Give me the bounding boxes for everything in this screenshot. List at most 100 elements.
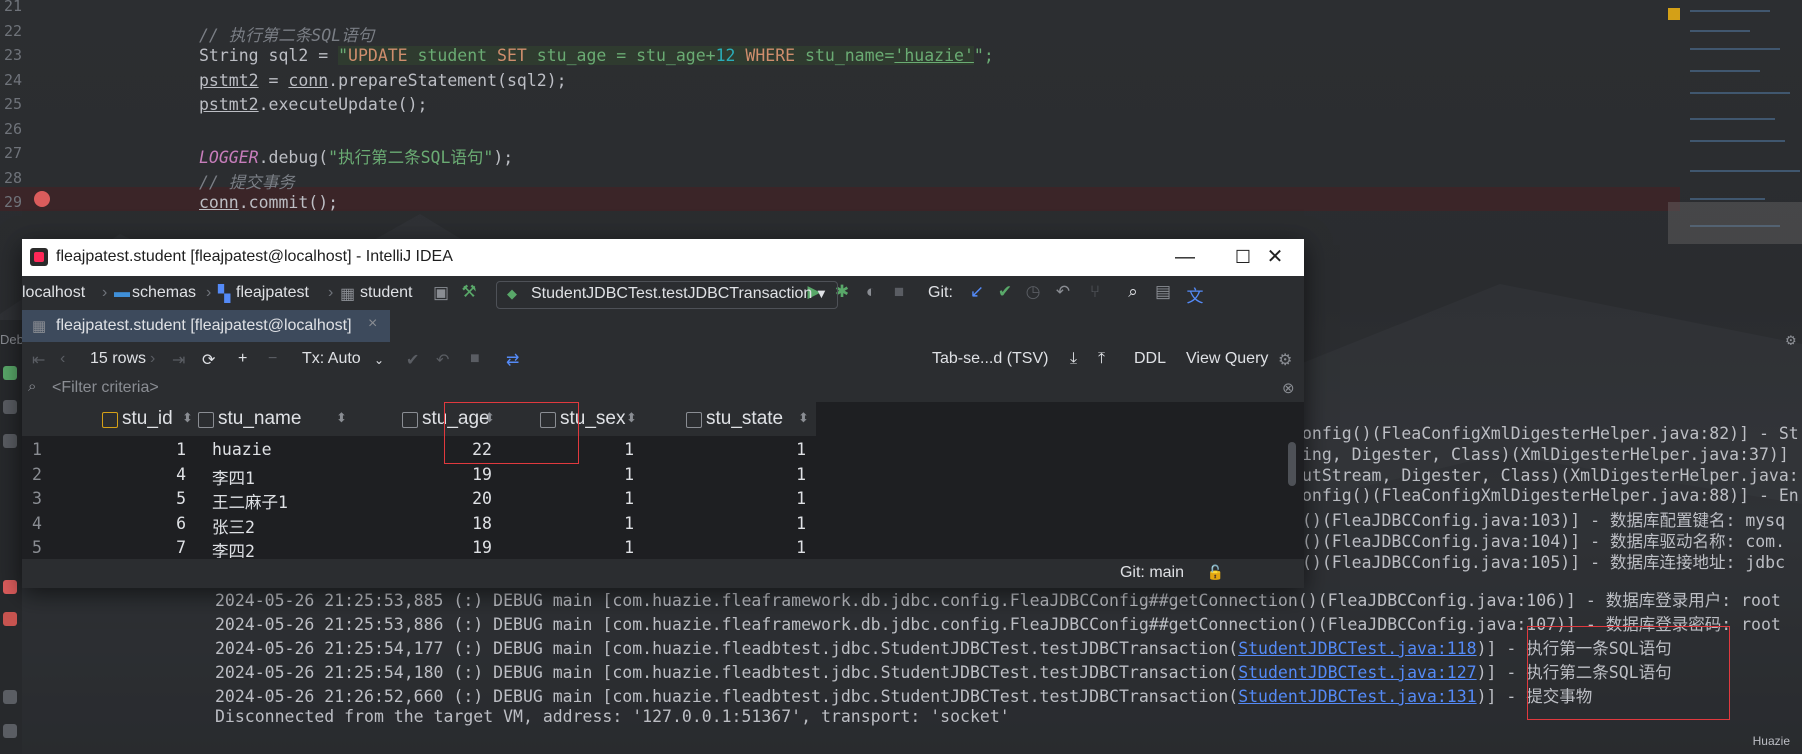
debug-tab-label[interactable]: Deb xyxy=(0,332,24,347)
cell-stu_state[interactable]: 1 xyxy=(644,514,806,533)
source-link[interactable]: StudentJDBCTest.java:127 xyxy=(1238,663,1476,682)
code-minimap[interactable] xyxy=(1660,0,1802,290)
resume-icon[interactable] xyxy=(3,366,17,380)
gear-icon[interactable]: ⚙ xyxy=(1278,350,1292,370)
warning-marker-icon[interactable] xyxy=(1668,8,1680,20)
lock-icon[interactable]: 🔓 xyxy=(1207,564,1224,581)
cell-stu_id[interactable]: 7 xyxy=(62,538,186,557)
cell-stu_id[interactable]: 6 xyxy=(62,514,186,533)
cell-stu_state[interactable]: 1 xyxy=(644,538,806,557)
cell-stu_state[interactable]: 1 xyxy=(644,440,806,459)
row-count-label[interactable]: 15 rows xyxy=(90,350,146,368)
compare-icon[interactable]: ⇄ xyxy=(506,350,519,370)
minimize-button[interactable]: — xyxy=(1156,239,1214,276)
cell-stu_state[interactable]: 1 xyxy=(644,489,806,508)
table-row[interactable]: 2 4 李四1 19 1 1 xyxy=(22,463,902,489)
tab-student-table[interactable]: ▦ fleajpatest.student [fleajpatest@local… xyxy=(22,310,390,344)
git-branch-status[interactable]: Git: main xyxy=(1120,564,1184,582)
row-number[interactable]: 2 xyxy=(32,465,56,484)
cell-stu_age[interactable]: 19 xyxy=(354,538,492,557)
git-update-icon[interactable]: ↙ xyxy=(966,282,988,302)
git-commit-icon[interactable]: ✔ xyxy=(994,282,1016,302)
upload-icon[interactable]: ⤒ xyxy=(1098,350,1105,368)
cell-stu_sex[interactable]: 1 xyxy=(502,489,634,508)
row-number[interactable]: 5 xyxy=(32,538,56,557)
project-structure-icon[interactable]: ▤ xyxy=(1152,282,1174,302)
cell-stu_age[interactable]: 20 xyxy=(354,489,492,508)
sort-icon[interactable]: ⬍ xyxy=(336,410,347,426)
minimap-viewport[interactable] xyxy=(1668,202,1802,244)
table-row[interactable]: 4 6 张三2 18 1 1 xyxy=(22,512,902,538)
close-tab-icon[interactable]: × xyxy=(368,315,377,333)
breadcrumb-table[interactable]: student xyxy=(360,284,412,302)
cell-stu_age[interactable]: 18 xyxy=(354,514,492,533)
rollback-icon[interactable]: ↶ xyxy=(436,350,449,370)
cancel-icon[interactable]: ■ xyxy=(470,350,480,368)
delete-row-icon[interactable]: − xyxy=(268,350,277,368)
coverage-icon[interactable]: ◐ xyxy=(860,282,882,302)
source-link[interactable]: StudentJDBCTest.java:131 xyxy=(1238,687,1476,706)
download-icon[interactable]: ⤓ xyxy=(1070,350,1077,368)
cell-stu_name[interactable]: 张三2 xyxy=(212,514,362,538)
build-hammer-icon[interactable]: ⚒ xyxy=(458,282,480,302)
branch-icon[interactable]: ⑂ xyxy=(1084,282,1106,302)
first-page-icon[interactable]: ⇤ xyxy=(32,350,45,370)
cell-stu_sex[interactable]: 1 xyxy=(502,538,634,557)
data-grid[interactable]: stu_id ⬍ stu_name ⬍ stu_age ⬍ stu_sex ⬍ … xyxy=(22,402,1304,558)
reload-icon[interactable]: ⟳ xyxy=(202,350,215,370)
filter-bar[interactable]: ⌕ <Filter criteria> ⊗ xyxy=(22,376,1304,403)
pause-icon[interactable] xyxy=(3,400,17,414)
settings-icon[interactable] xyxy=(3,690,17,704)
cell-stu_id[interactable]: 1 xyxy=(62,440,186,459)
column-header-stu_id[interactable]: stu_id ⬍ xyxy=(62,402,197,436)
table-row[interactable]: 5 7 李四2 19 1 1 xyxy=(22,536,902,558)
previous-page-icon[interactable]: ‹ xyxy=(60,350,65,368)
sort-icon[interactable]: ⬍ xyxy=(182,410,193,426)
mute-breakpoints-icon[interactable] xyxy=(3,612,17,626)
sort-icon[interactable]: ⬍ xyxy=(626,410,637,426)
cell-stu_sex[interactable]: 1 xyxy=(502,514,634,533)
git-history-icon[interactable]: ◷ xyxy=(1022,282,1044,302)
rollback-icon[interactable]: ↶ xyxy=(1052,282,1074,302)
export-format-select[interactable]: Tab-se...d (TSV) xyxy=(932,350,1048,368)
cell-stu_age[interactable]: 19 xyxy=(354,465,492,484)
transaction-mode-select[interactable]: Tx: Auto xyxy=(302,350,361,368)
database-table-window[interactable]: fleajpatest.student [fleajpatest@localho… xyxy=(22,239,1304,588)
more-icon[interactable] xyxy=(3,724,17,738)
cell-stu_state[interactable]: 1 xyxy=(644,465,806,484)
breadcrumb-schemas[interactable]: schemas xyxy=(132,284,196,302)
filter-criteria-input[interactable]: <Filter criteria> xyxy=(52,379,159,397)
cell-stu_name[interactable]: 李四2 xyxy=(212,538,362,558)
add-row-icon[interactable]: + xyxy=(238,350,247,368)
last-page-icon[interactable]: ⇥ xyxy=(172,350,185,370)
row-number[interactable]: 3 xyxy=(32,489,56,508)
view-breakpoints-icon[interactable] xyxy=(3,580,17,594)
view-query-button[interactable]: View Query xyxy=(1186,350,1268,368)
next-page-icon[interactable]: › xyxy=(150,350,155,368)
edit-source-icon[interactable]: ▣ xyxy=(430,283,452,303)
row-number[interactable]: 4 xyxy=(32,514,56,533)
column-header-stu_name[interactable]: stu_name ⬍ xyxy=(196,402,355,436)
clear-filter-icon[interactable]: ⊗ xyxy=(1282,379,1295,397)
ddl-button[interactable]: DDL xyxy=(1134,350,1166,368)
breadcrumb-db[interactable]: fleajpatest xyxy=(236,284,309,302)
cell-stu_name[interactable]: 李四1 xyxy=(212,465,362,489)
stop-icon[interactable] xyxy=(3,434,17,448)
table-row[interactable]: 3 5 王二麻子1 20 1 1 xyxy=(22,487,902,513)
close-button[interactable]: ✕ xyxy=(1246,239,1304,276)
cell-stu_id[interactable]: 4 xyxy=(62,465,186,484)
cell-stu_name[interactable]: 王二麻子1 xyxy=(212,489,362,513)
stop-icon[interactable]: ■ xyxy=(888,282,910,302)
column-header-stu_state[interactable]: stu_state ⬍ xyxy=(644,402,817,436)
cell-stu_sex[interactable]: 1 xyxy=(502,465,634,484)
breadcrumb-host[interactable]: localhost xyxy=(22,284,85,302)
cell-stu_name[interactable]: huazie xyxy=(212,440,362,459)
search-icon[interactable]: ⌕ xyxy=(1122,282,1144,302)
sort-icon[interactable]: ⬍ xyxy=(798,410,809,426)
window-titlebar[interactable]: fleajpatest.student [fleajpatest@localho… xyxy=(22,239,1304,276)
source-link[interactable]: StudentJDBCTest.java:118 xyxy=(1238,639,1476,658)
row-number[interactable]: 1 xyxy=(32,440,56,459)
translate-icon[interactable]: 文 xyxy=(1184,282,1206,307)
cell-stu_id[interactable]: 5 xyxy=(62,489,186,508)
commit-icon[interactable]: ✔ xyxy=(406,350,419,370)
